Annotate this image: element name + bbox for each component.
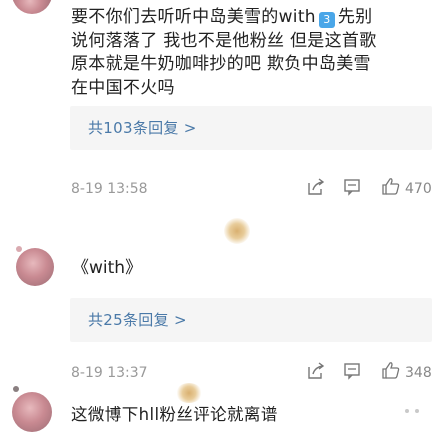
share-icon[interactable] xyxy=(306,177,326,197)
avatar-decoration xyxy=(16,246,22,252)
replies-panel[interactable]: 共25条回复 > xyxy=(70,298,432,342)
thumbs-up-icon[interactable] xyxy=(381,360,401,380)
view-replies-link[interactable]: 共25条回复 > xyxy=(88,309,187,330)
sticker-image xyxy=(176,383,202,403)
comment-date: 8-19 13:37 xyxy=(71,365,148,381)
comment-line: 原本就是牛奶咖啡抄的吧 欺负中岛美雪 xyxy=(71,54,371,74)
share-icon[interactable] xyxy=(306,361,326,381)
view-replies-link[interactable]: 共103条回复 > xyxy=(88,117,197,138)
comment-line: 要不你们去听听中岛美雪的with 3 先别 xyxy=(71,6,429,30)
comment-icon[interactable] xyxy=(343,362,361,380)
avatar-decoration xyxy=(13,386,19,392)
sticker-image xyxy=(224,218,250,244)
ellipsis-dot xyxy=(415,409,419,413)
like-count: 348 xyxy=(405,365,432,381)
comment-text: 要不你们去听听中岛美雪的with 3 先别 说何落落了 我也不是他粉丝 但是这首歌 … xyxy=(71,6,429,100)
comment-line: 在中国不火吗 xyxy=(71,77,175,98)
comment-line-text: 先别 xyxy=(337,7,373,27)
comment-line: 说何落落了 我也不是他粉丝 但是这首歌 xyxy=(71,30,377,51)
replies-panel[interactable]: 共103条回复 > xyxy=(70,106,432,150)
number-badge: 3 xyxy=(318,12,335,28)
comment-icon[interactable] xyxy=(343,178,361,196)
commenter-avatar[interactable] xyxy=(12,392,52,432)
comment-date: 8-19 13:58 xyxy=(71,181,148,197)
commenter-avatar[interactable] xyxy=(12,0,52,14)
ellipsis-dot xyxy=(405,409,409,413)
comment-text: 这微博下hll粉丝评论就离谱 xyxy=(71,405,278,424)
commenter-avatar[interactable] xyxy=(16,248,54,286)
thumbs-up-icon[interactable] xyxy=(381,176,401,196)
like-count: 470 xyxy=(405,181,432,197)
comment-text: 《with》 xyxy=(72,258,143,278)
comment-line-text: 要不你们去听听中岛美雪的with xyxy=(71,7,316,27)
